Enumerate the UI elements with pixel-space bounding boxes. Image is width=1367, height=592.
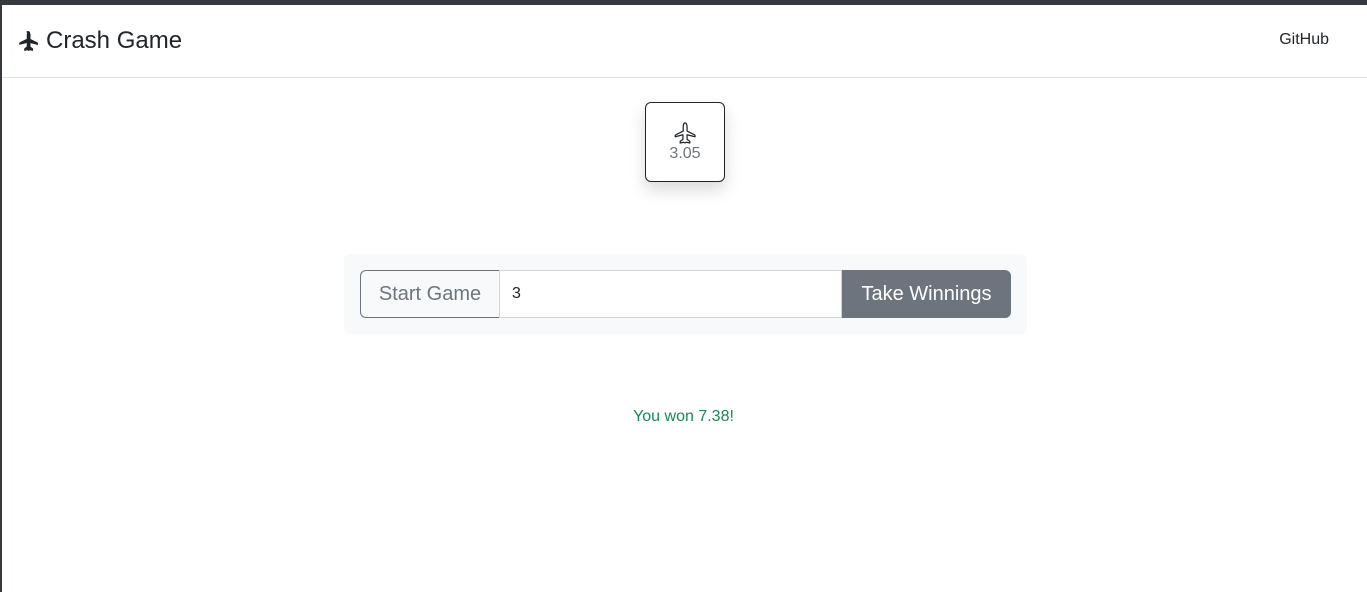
brand-title: Crash Game (46, 27, 183, 54)
result-message: You won 7.38! (633, 408, 734, 425)
airplane-outline-icon (674, 121, 696, 144)
multiplier-value: 3.05 (669, 144, 701, 162)
start-game-button[interactable]: Start Game (360, 270, 499, 318)
bet-input-group: Start Game Take Winnings (360, 270, 1011, 318)
navbar: Crash Game GitHub (2, 5, 1367, 78)
take-winnings-button[interactable]: Take Winnings (842, 270, 1011, 318)
github-link[interactable]: GitHub (1279, 31, 1329, 49)
multiplier-card: 3.05 (645, 102, 725, 182)
airplane-fill-icon (19, 31, 38, 51)
bet-amount-input[interactable] (499, 270, 842, 318)
brand-link[interactable]: Crash Game (18, 26, 182, 56)
left-border (0, 5, 2, 592)
controls-panel: Start Game Take Winnings (344, 254, 1027, 334)
